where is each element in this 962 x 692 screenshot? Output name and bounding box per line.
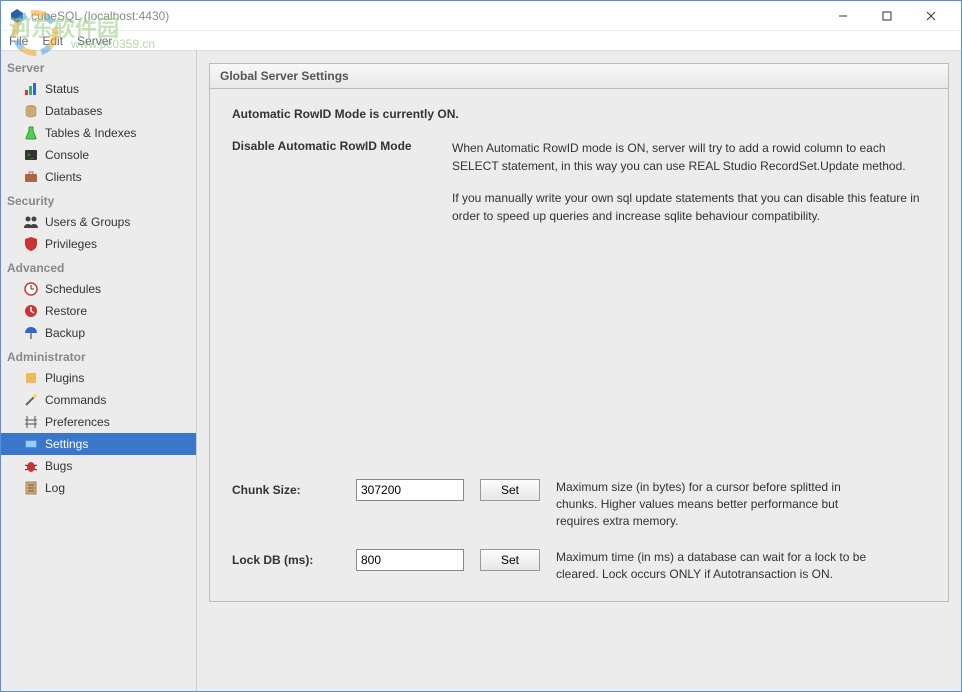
sidebar-item-label: Backup — [45, 326, 85, 340]
pref-icon — [23, 414, 39, 430]
lock-db-input[interactable] — [356, 549, 464, 571]
sidebar-item-restore[interactable]: Restore — [1, 300, 196, 322]
sidebar-item-label: Status — [45, 82, 79, 96]
terminal-icon: >_ — [23, 147, 39, 163]
section-advanced: Advanced — [1, 255, 196, 278]
section-server: Server — [1, 55, 196, 78]
sidebar-item-label: Schedules — [45, 282, 101, 296]
log-icon — [23, 480, 39, 496]
sidebar-item-log[interactable]: Log — [1, 477, 196, 499]
menubar: File Edit Server — [1, 31, 961, 51]
main-panel: Global Server Settings Automatic RowID M… — [197, 51, 961, 691]
sidebar-item-databases[interactable]: Databases — [1, 100, 196, 122]
lock-desc: Maximum time (in ms) a database can wait… — [556, 549, 876, 583]
sidebar-item-label: Log — [45, 481, 65, 495]
sidebar-item-label: Users & Groups — [45, 215, 130, 229]
bug-icon — [23, 458, 39, 474]
sidebar-item-console[interactable]: >_ Console — [1, 144, 196, 166]
sidebar-item-label: Restore — [45, 304, 87, 318]
section-security: Security — [1, 188, 196, 211]
sidebar-item-label: Plugins — [45, 371, 84, 385]
disable-rowid-label: Disable Automatic RowID Mode — [232, 139, 432, 239]
shield-icon — [23, 236, 39, 252]
sidebar-item-tables[interactable]: Tables & Indexes — [1, 122, 196, 144]
chunk-size-input[interactable] — [356, 479, 464, 501]
sidebar-item-bugs[interactable]: Bugs — [1, 455, 196, 477]
menu-server[interactable]: Server — [77, 34, 112, 48]
rowid-status: Automatic RowID Mode is currently ON. — [232, 107, 926, 121]
sidebar-item-label: Clients — [45, 170, 82, 184]
sidebar-item-privileges[interactable]: Privileges — [1, 233, 196, 255]
titlebar: cubeSQL (localhost:4430) — [1, 1, 961, 31]
sidebar: Server Status Databases Tables & Indexes… — [1, 51, 197, 691]
wand-icon — [23, 392, 39, 408]
lock-set-button[interactable]: Set — [480, 549, 540, 571]
app-icon — [9, 8, 25, 24]
sidebar-item-label: Privileges — [45, 237, 97, 251]
menu-file[interactable]: File — [9, 34, 28, 48]
sidebar-item-schedules[interactable]: Schedules — [1, 278, 196, 300]
database-icon — [23, 103, 39, 119]
plugin-icon — [23, 370, 39, 386]
sidebar-item-backup[interactable]: Backup — [1, 322, 196, 344]
close-button[interactable] — [909, 2, 953, 30]
sidebar-item-users[interactable]: Users & Groups — [1, 211, 196, 233]
chunk-desc: Maximum size (in bytes) for a cursor bef… — [556, 479, 876, 529]
sidebar-item-preferences[interactable]: Preferences — [1, 411, 196, 433]
sidebar-item-status[interactable]: Status — [1, 78, 196, 100]
chunk-size-label: Chunk Size: — [232, 479, 340, 497]
sidebar-item-label: Commands — [45, 393, 106, 407]
rowid-description: When Automatic RowID mode is ON, server … — [452, 139, 926, 239]
users-icon — [23, 214, 39, 230]
sidebar-item-label: Preferences — [45, 415, 110, 429]
sidebar-item-settings[interactable]: Settings — [1, 433, 196, 455]
settings-icon — [23, 436, 39, 452]
bars-icon — [23, 81, 39, 97]
section-administrator: Administrator — [1, 344, 196, 367]
sidebar-item-label: Databases — [45, 104, 102, 118]
umbrella-icon — [23, 325, 39, 341]
svg-text:>_: >_ — [27, 153, 35, 159]
sidebar-item-commands[interactable]: Commands — [1, 389, 196, 411]
briefcase-icon — [23, 169, 39, 185]
panel-title: Global Server Settings — [210, 64, 948, 89]
minimize-button[interactable] — [821, 2, 865, 30]
sidebar-item-clients[interactable]: Clients — [1, 166, 196, 188]
restore-icon — [23, 303, 39, 319]
lock-db-label: Lock DB (ms): — [232, 549, 340, 567]
chunk-set-button[interactable]: Set — [480, 479, 540, 501]
sidebar-item-label: Bugs — [45, 459, 72, 473]
menu-edit[interactable]: Edit — [42, 34, 63, 48]
maximize-button[interactable] — [865, 2, 909, 30]
sidebar-item-label: Settings — [45, 437, 88, 451]
flask-icon — [23, 125, 39, 141]
sidebar-item-label: Tables & Indexes — [45, 126, 136, 140]
window-title: cubeSQL (localhost:4430) — [31, 9, 821, 23]
sidebar-item-plugins[interactable]: Plugins — [1, 367, 196, 389]
sidebar-item-label: Console — [45, 148, 89, 162]
clock-icon — [23, 281, 39, 297]
